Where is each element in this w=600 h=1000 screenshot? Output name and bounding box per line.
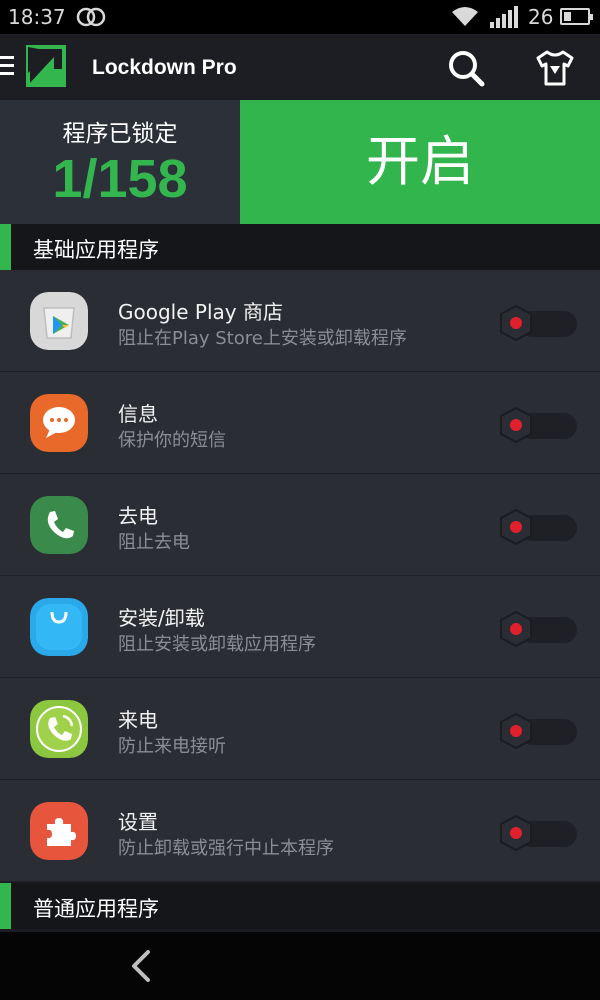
lock-toggle[interactable] <box>499 713 577 749</box>
battery-level: 26 <box>528 5 554 29</box>
app-description: 防止卸载或强行中止本程序 <box>118 838 334 859</box>
section-accent-bar <box>0 883 11 929</box>
section-title: 基础应用程序 <box>33 238 159 262</box>
enable-button[interactable]: 开启 <box>240 100 600 224</box>
section-header-basic: 基础应用程序 <box>0 224 600 270</box>
app-bar: Lockdown Pro <box>0 34 600 100</box>
app-description: 阻止去电 <box>118 532 190 553</box>
lock-toggle[interactable] <box>499 305 577 341</box>
installer-icon <box>30 598 88 656</box>
app-title: Lockdown Pro <box>92 56 237 79</box>
app-description: 阻止在Play Store上安装或卸载程序 <box>118 328 407 349</box>
lock-toggle[interactable] <box>499 815 577 851</box>
app-name: 信息 <box>118 402 158 426</box>
settings-puzzle-icon <box>30 802 88 860</box>
app-logo-icon <box>26 45 66 87</box>
app-name: 设置 <box>118 810 158 834</box>
app-row[interactable]: 去电 阻止去电 <box>0 474 600 576</box>
status-bar: 18:37 26 <box>0 0 600 34</box>
app-row[interactable]: 信息 保护你的短信 <box>0 372 600 474</box>
battery-icon <box>560 8 593 25</box>
search-icon[interactable] <box>446 48 486 88</box>
status-time: 18:37 <box>8 5 66 29</box>
google-play-icon <box>30 292 88 350</box>
section-header-normal: 普通应用程序 <box>0 883 600 929</box>
messages-icon <box>30 394 88 452</box>
menu-icon[interactable] <box>0 56 14 76</box>
app-row[interactable]: 来电 防止来电接听 <box>0 678 600 780</box>
lock-toggle[interactable] <box>499 611 577 647</box>
section-accent-bar <box>0 224 11 270</box>
app-row[interactable]: 设置 防止卸载或强行中止本程序 <box>0 780 600 882</box>
signal-icon <box>490 6 518 28</box>
incoming-call-icon <box>30 700 88 758</box>
phone-icon <box>30 496 88 554</box>
app-row[interactable]: 安装/卸载 阻止安装或卸载应用程序 <box>0 576 600 678</box>
app-row[interactable]: Google Play 商店 阻止在Play Store上安装或卸载程序 <box>0 270 600 372</box>
dual-sim-icon <box>76 7 106 27</box>
wifi-icon <box>452 7 478 26</box>
app-name: Google Play 商店 <box>118 300 283 324</box>
locked-count: 1/158 <box>52 149 188 209</box>
app-description: 防止来电接听 <box>118 736 226 757</box>
theme-shirt-icon[interactable] <box>534 48 576 88</box>
app-description: 阻止安装或卸载应用程序 <box>118 634 316 655</box>
app-name: 去电 <box>118 504 158 528</box>
lock-summary: 程序已锁定 1/158 开启 <box>0 100 600 224</box>
locked-label: 程序已锁定 <box>62 121 178 147</box>
lock-toggle[interactable] <box>499 407 577 443</box>
lock-toggle[interactable] <box>499 509 577 545</box>
section-title: 普通应用程序 <box>33 897 159 921</box>
app-name: 来电 <box>118 708 158 732</box>
locked-count-panel: 程序已锁定 1/158 <box>0 100 240 224</box>
app-description: 保护你的短信 <box>118 430 226 451</box>
back-icon[interactable] <box>126 946 156 986</box>
navigation-bar <box>0 932 600 1000</box>
app-name: 安装/卸载 <box>118 606 205 630</box>
